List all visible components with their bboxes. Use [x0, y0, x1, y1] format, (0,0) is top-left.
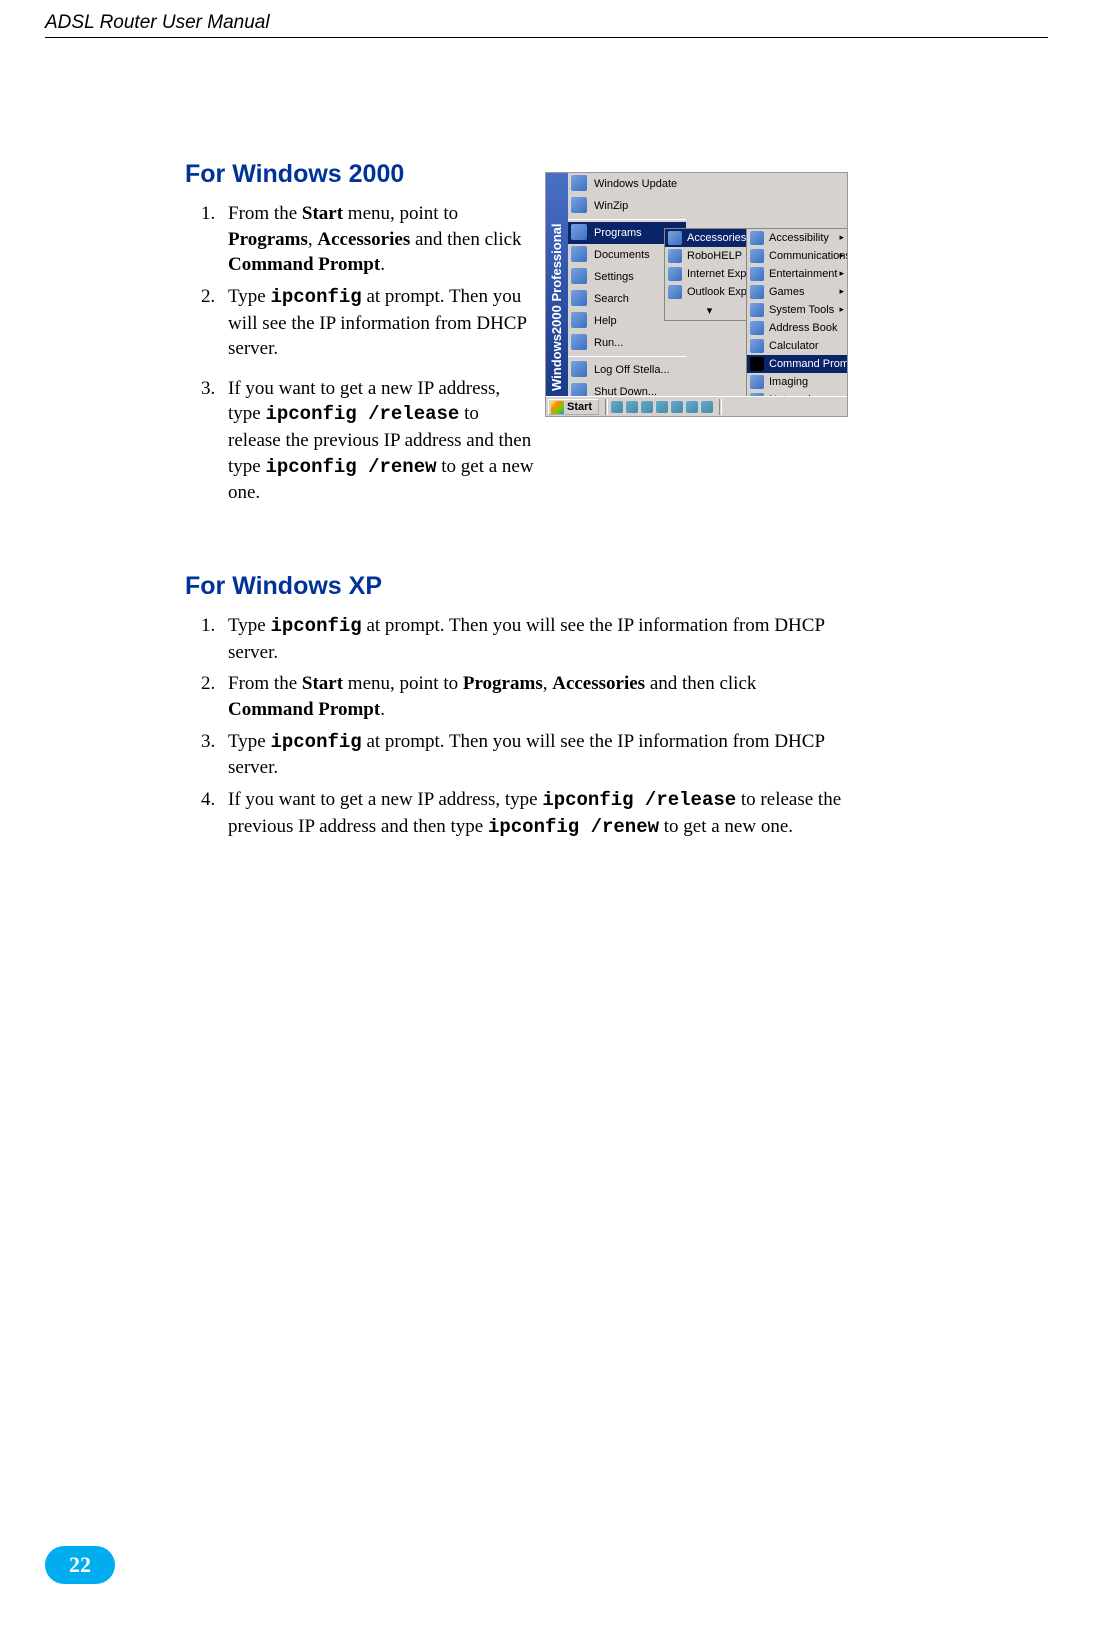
- page-number-badge: 22: [45, 1546, 115, 1584]
- acc-imaging[interactable]: Imaging: [747, 373, 848, 391]
- heading-windows-xp: For Windows XP: [185, 572, 845, 601]
- start-button[interactable]: Start: [548, 399, 599, 415]
- logoff-icon: [571, 361, 587, 377]
- folder-icon: [750, 249, 764, 263]
- page-header: ADSL Router User Manual: [45, 12, 1048, 38]
- winxp-step-3: Type ipconfig at prompt. Then you will s…: [220, 729, 845, 781]
- tray-icon[interactable]: [611, 401, 623, 413]
- tray-icon[interactable]: [686, 401, 698, 413]
- submenu-robohelp[interactable]: RoboHELP: [665, 247, 758, 265]
- winxp-steps: Type ipconfig at prompt. Then you will s…: [185, 613, 845, 840]
- startmenu-sidebar: Windows2000 Professional: [546, 173, 568, 396]
- submenu-expand[interactable]: ▾: [665, 301, 758, 320]
- folder-icon: [750, 303, 764, 317]
- folder-icon: [750, 285, 764, 299]
- menu-winzip[interactable]: WinZip: [568, 195, 686, 217]
- taskbar-separator: [605, 399, 608, 415]
- tray-icon[interactable]: [671, 401, 683, 413]
- windows-update-icon: [571, 175, 587, 191]
- submenu-outlook[interactable]: Outlook Express: [665, 283, 758, 301]
- tray-icon[interactable]: [656, 401, 668, 413]
- menu-separator: [568, 356, 686, 357]
- win2000-steps: From the Start menu, point to Programs, …: [185, 201, 535, 506]
- page-number: 22: [69, 1552, 91, 1578]
- calculator-icon: [750, 339, 764, 353]
- tray-icon[interactable]: [701, 401, 713, 413]
- taskbar-separator: [719, 399, 722, 415]
- documents-icon: [571, 246, 587, 262]
- acc-addressbook[interactable]: Address Book: [747, 319, 848, 337]
- folder-icon: [668, 231, 682, 245]
- folder-icon: [668, 249, 682, 263]
- acc-entertainment[interactable]: Entertainment: [747, 265, 848, 283]
- win2000-step-1: From the Start menu, point to Programs, …: [220, 201, 535, 278]
- programs-icon: [571, 224, 587, 240]
- menu-run[interactable]: Run...: [568, 332, 686, 354]
- acc-systemtools[interactable]: System Tools: [747, 301, 848, 319]
- acc-calculator[interactable]: Calculator: [747, 337, 848, 355]
- help-icon: [571, 312, 587, 328]
- acc-command-prompt[interactable]: Command Prompt: [747, 355, 848, 373]
- startmenu-column-3: Accessibility Communications Entertainme…: [746, 228, 848, 417]
- outlook-icon: [668, 285, 682, 299]
- winzip-icon: [571, 197, 587, 213]
- taskbar: Start: [546, 396, 847, 416]
- sidebar-brand-text: Windows2000 Professional: [549, 191, 564, 391]
- submenu-accessories[interactable]: Accessories: [665, 229, 758, 247]
- cmd-icon: [750, 357, 764, 371]
- winxp-step-4: If you want to get a new IP address, typ…: [220, 787, 845, 840]
- acc-communications[interactable]: Communications: [747, 247, 848, 265]
- header-title: ADSL Router User Manual: [45, 12, 270, 33]
- folder-icon: [750, 267, 764, 281]
- win2000-text-column: From the Start menu, point to Programs, …: [185, 201, 535, 512]
- menu-logoff[interactable]: Log Off Stella...: [568, 359, 686, 381]
- settings-icon: [571, 268, 587, 284]
- startmenu-column-2: Accessories RoboHELP Internet Explorer O…: [664, 228, 759, 321]
- folder-icon: [750, 231, 764, 245]
- tray-icon[interactable]: [626, 401, 638, 413]
- imaging-icon: [750, 375, 764, 389]
- win2000-step-2: Type ipconfig at prompt. Then you will s…: [220, 284, 535, 362]
- winxp-step-2: From the Start menu, point to Programs, …: [220, 671, 845, 722]
- start-menu-screenshot: Windows2000 Professional Windows Update …: [545, 172, 848, 417]
- tray-icon[interactable]: [641, 401, 653, 413]
- acc-accessibility[interactable]: Accessibility: [747, 229, 848, 247]
- winxp-text-column: Type ipconfig at prompt. Then you will s…: [185, 613, 845, 840]
- winxp-step-1: Type ipconfig at prompt. Then you will s…: [220, 613, 845, 665]
- win2000-step-3: If you want to get a new IP address, typ…: [220, 376, 535, 506]
- run-icon: [571, 334, 587, 350]
- menu-separator: [568, 219, 686, 220]
- addressbook-icon: [750, 321, 764, 335]
- acc-games[interactable]: Games: [747, 283, 848, 301]
- ie-icon: [668, 267, 682, 281]
- submenu-ie[interactable]: Internet Explorer: [665, 265, 758, 283]
- menu-windows-update[interactable]: Windows Update: [568, 173, 686, 195]
- search-icon: [571, 290, 587, 306]
